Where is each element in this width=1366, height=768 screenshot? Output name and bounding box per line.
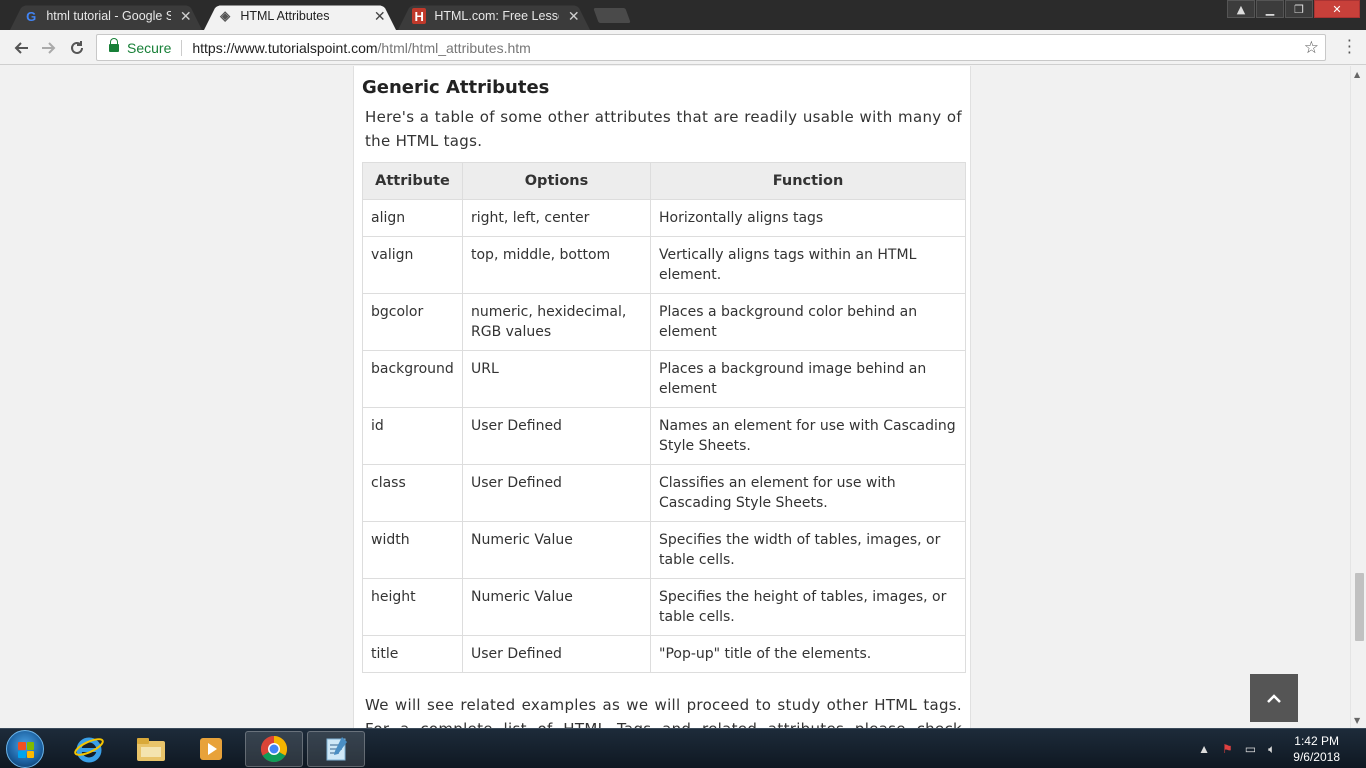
function-cell: Horizontally aligns tags — [650, 199, 966, 237]
function-cell: Vertically aligns tags within an HTML el… — [650, 236, 966, 294]
back-arrow-icon[interactable] — [10, 37, 32, 59]
column-header: Options — [462, 162, 651, 200]
reload-icon[interactable] — [66, 37, 88, 59]
clock-time: 1:42 PM — [1294, 734, 1339, 748]
table-row: title User Defined "Pop-up" title of the… — [362, 635, 966, 673]
function-cell: "Pop-up" title of the elements. — [650, 635, 966, 673]
table-row: bgcolor numeric, hexidecimal, RGB values… — [362, 293, 966, 351]
column-header: Attribute — [362, 162, 463, 200]
scroll-to-top-button[interactable] — [1250, 674, 1298, 722]
forward-arrow-icon[interactable] — [38, 37, 60, 59]
table-row: id User Defined Names an element for use… — [362, 407, 966, 465]
scrollbar-thumb[interactable] — [1355, 573, 1364, 641]
show-hidden-icons-icon[interactable]: ▲ — [1198, 742, 1210, 756]
new-tab-button[interactable] — [593, 8, 631, 23]
clock-date: 9/6/2018 — [1293, 750, 1340, 764]
table-row: width Numeric Value Specifies the width … — [362, 521, 966, 579]
htmlcom-favicon-icon: H — [412, 8, 427, 24]
media-player-icon[interactable] — [182, 731, 240, 767]
options-cell: top, middle, bottom — [462, 236, 651, 294]
minimize-button[interactable]: ▁ — [1256, 0, 1284, 18]
function-cell: Classifies an element for use with Casca… — [650, 464, 966, 522]
options-cell: URL — [462, 350, 651, 408]
maximize-button[interactable]: ❐ — [1285, 0, 1313, 18]
attribute-cell: background — [362, 350, 463, 408]
function-cell: Names an element for use with Cascading … — [650, 407, 966, 465]
chrome-menu-icon[interactable]: · · · — [1347, 33, 1352, 61]
tab-title: HTML.com: Free Lessons — [434, 9, 559, 23]
table-row: valign top, middle, bottom Vertically al… — [362, 236, 966, 294]
tab-title: html tutorial - Google Se — [46, 9, 172, 23]
page-viewport: Generic Attributes Here's a table of som… — [0, 66, 1350, 728]
tab-close-icon[interactable]: ✕ — [567, 8, 580, 25]
volume-icon[interactable]: 🔈︎ — [1268, 742, 1275, 757]
scroll-down-arrow-icon[interactable]: ▼ — [1354, 716, 1360, 725]
tab-google-search[interactable]: G html tutorial - Google Se ✕ — [10, 2, 202, 30]
options-cell: Numeric Value — [462, 521, 651, 579]
main-content: Generic Attributes Here's a table of som… — [353, 66, 971, 728]
table-header-row: Attribute Options Function — [362, 162, 966, 200]
attributes-table: Attribute Options Function align right, … — [362, 162, 966, 673]
windows-logo-icon — [18, 742, 34, 758]
table-row: class User Defined Classifies an element… — [362, 464, 966, 522]
function-cell: Specifies the height of tables, images, … — [650, 578, 966, 636]
intro-paragraph: Here's a table of some other attributes … — [365, 108, 962, 150]
system-tray: ▲ ⚑ ▭ 🔈︎ 1:42 PM 9/6/2018 — [1198, 729, 1358, 768]
tab-close-icon[interactable]: ✕ — [373, 8, 386, 25]
function-cell: Places a background color behind an elem… — [650, 293, 966, 351]
attribute-cell: id — [362, 407, 463, 465]
options-cell: Numeric Value — [462, 578, 651, 636]
function-cell: Places a background image behind an elem… — [650, 350, 966, 408]
attribute-cell: width — [362, 521, 463, 579]
browser-tab-strip: G html tutorial - Google Se ✕ ◈ HTML Att… — [0, 0, 1366, 30]
notepad-taskbar-icon[interactable] — [307, 731, 365, 767]
attribute-cell: class — [362, 464, 463, 522]
options-cell: User Defined — [462, 635, 651, 673]
chevron-up-icon — [1267, 694, 1281, 703]
section-heading: Generic Attributes — [362, 77, 550, 98]
function-cell: Specifies the width of tables, images, o… — [650, 521, 966, 579]
close-window-button[interactable]: ✕ — [1314, 0, 1360, 18]
options-cell: User Defined — [462, 464, 651, 522]
action-center-flag-icon[interactable]: ⚑ — [1222, 742, 1233, 756]
scroll-up-arrow-icon[interactable]: ▲ — [1354, 70, 1360, 79]
network-icon[interactable]: ▭ — [1245, 742, 1256, 756]
table-row: background URL Places a background image… — [362, 350, 966, 408]
bookmark-star-icon[interactable]: ☆ — [1304, 38, 1319, 58]
url-host: https://www.tutorialspoint.com — [192, 39, 378, 56]
options-cell: User Defined — [462, 407, 651, 465]
browser-toolbar: Secure https://www.tutorialspoint.com/ht… — [0, 30, 1366, 65]
attribute-cell: height — [362, 578, 463, 636]
google-favicon-icon: G — [26, 8, 37, 24]
attribute-cell: title — [362, 635, 463, 673]
tab-html-attributes[interactable]: ◈ HTML Attributes ✕ — [204, 2, 396, 30]
tab-html-com[interactable]: H HTML.com: Free Lessons ✕ — [398, 2, 590, 30]
chrome-taskbar-icon[interactable] — [245, 731, 303, 767]
system-clock[interactable]: 1:42 PM 9/6/2018 — [1293, 733, 1340, 765]
windows-taskbar: ▲ ⚑ ▭ 🔈︎ 1:42 PM 9/6/2018 — [0, 728, 1366, 768]
url-path: /html/html_attributes.htm — [377, 39, 531, 56]
tutorialspoint-favicon-icon: ◈ — [220, 8, 231, 23]
column-header: Function — [650, 162, 966, 200]
options-cell: numeric, hexidecimal, RGB values — [462, 293, 651, 351]
table-row: align right, left, center Horizontally a… — [362, 199, 966, 237]
tab-title: HTML Attributes — [240, 9, 330, 23]
tab-close-icon[interactable]: ✕ — [179, 8, 192, 25]
vertical-scrollbar[interactable]: ▲ ▼ — [1350, 66, 1366, 728]
window-controls: ▲ ▁ ❐ ✕ — [1226, 0, 1360, 18]
file-explorer-icon[interactable] — [122, 731, 180, 767]
secure-label: Secure — [127, 39, 172, 56]
attribute-cell: valign — [362, 236, 463, 294]
user-icon[interactable]: ▲ — [1227, 0, 1255, 18]
options-cell: right, left, center — [462, 199, 651, 237]
outro-paragraph: We will see related examples as we will … — [365, 696, 962, 728]
address-bar[interactable]: Secure https://www.tutorialspoint.com/ht… — [96, 34, 1326, 61]
table-row: height Numeric Value Specifies the heigh… — [362, 578, 966, 636]
lock-icon — [109, 37, 119, 52]
internet-explorer-icon[interactable] — [60, 731, 118, 767]
attribute-cell: align — [362, 199, 463, 237]
start-button[interactable] — [6, 730, 44, 768]
attribute-cell: bgcolor — [362, 293, 463, 351]
